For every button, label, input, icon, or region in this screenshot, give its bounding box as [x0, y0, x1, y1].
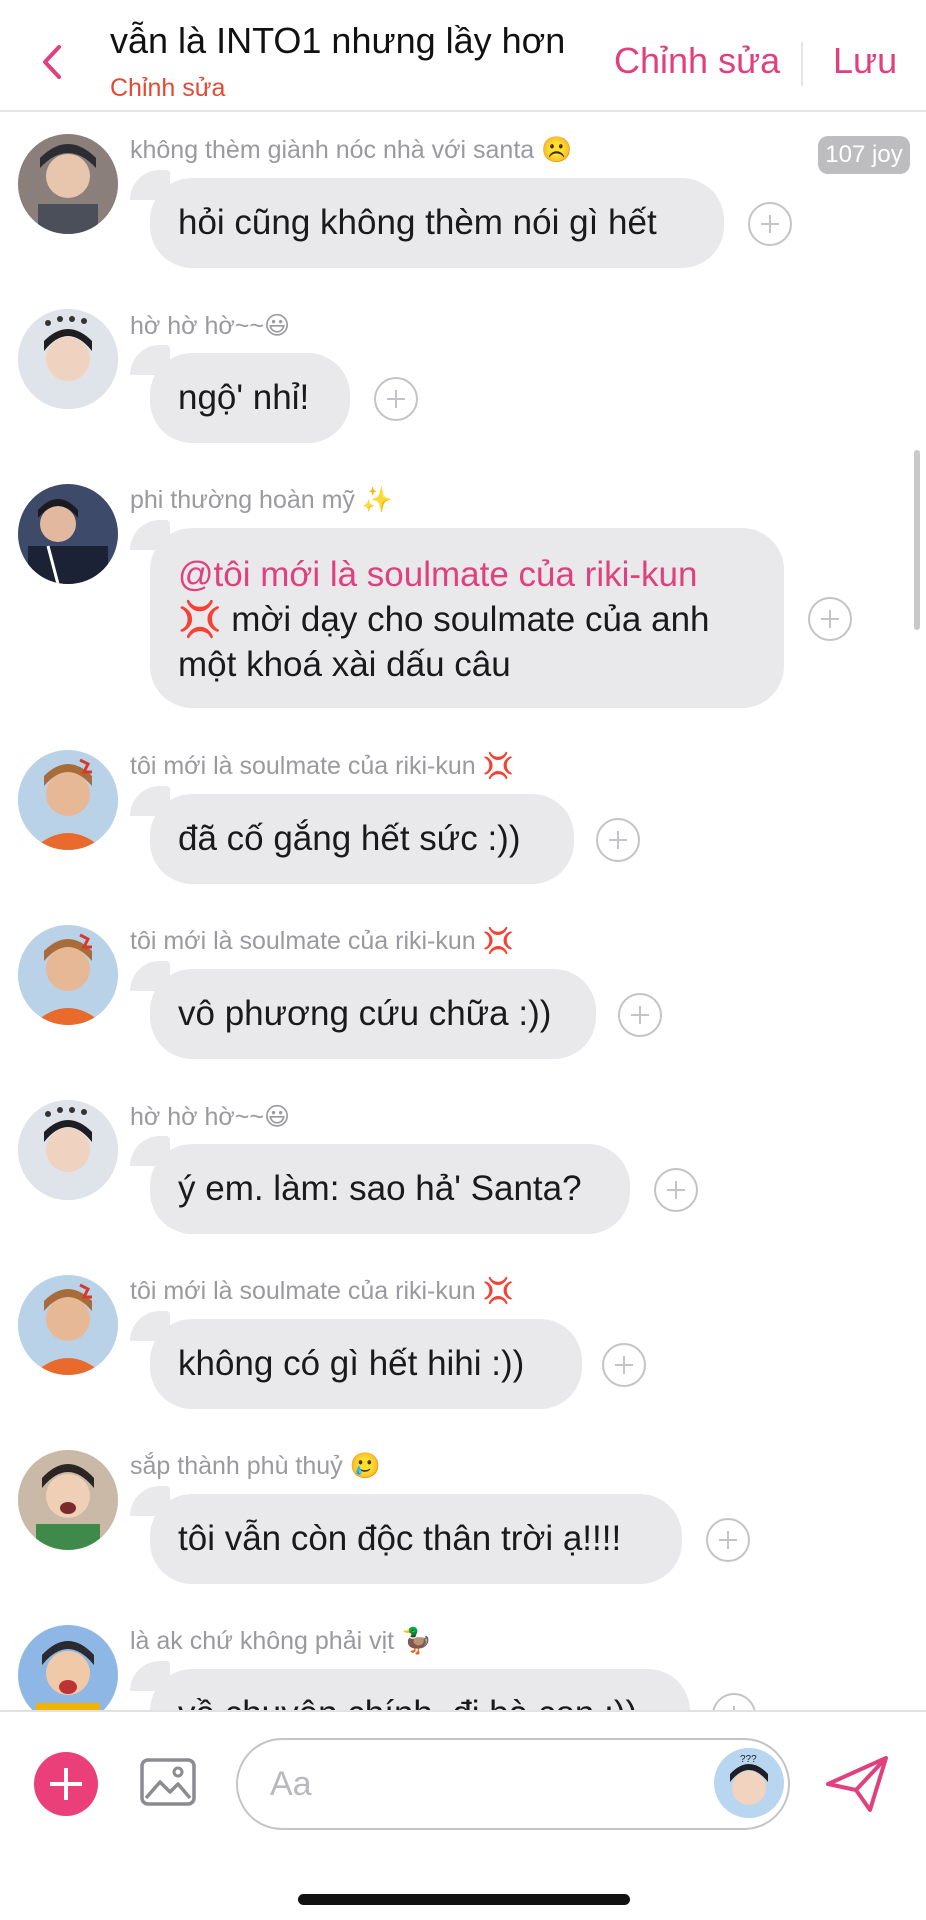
message-text: đã cố gắng hết sức :)) — [178, 819, 521, 858]
message-bubble[interactable]: @tôi mới là soulmate của riki-kun 💢 mời … — [130, 520, 784, 708]
message-composer: ??? — [0, 1710, 926, 1920]
chevron-left-icon — [43, 45, 61, 79]
message-bubble[interactable]: không có gì hết hihi :)) — [130, 1311, 582, 1409]
back-button[interactable] — [30, 30, 74, 94]
image-icon[interactable] — [138, 1752, 198, 1812]
message-bubble[interactable]: vô phương cứu chữa :)) — [130, 961, 596, 1059]
avatar[interactable] — [18, 1275, 118, 1375]
message-text: hỏi cũng không thèm nói gì hết — [178, 203, 657, 242]
add-reaction-icon[interactable] — [712, 1693, 756, 1710]
add-reaction-icon[interactable] — [654, 1168, 698, 1212]
message-input[interactable] — [268, 1758, 672, 1810]
svg-text:???: ??? — [740, 1754, 757, 1765]
sender-name: tôi mới là soulmate của riki-kun 💢 — [130, 1277, 514, 1305]
message-feed[interactable]: không thèm giành nóc nhà với santa ☹️ hỏ… — [0, 112, 926, 1710]
bubble-tail — [130, 961, 170, 991]
bubble-tail — [130, 170, 170, 200]
add-reaction-icon[interactable] — [374, 377, 418, 421]
message-bubble[interactable]: đã cố gắng hết sức :)) — [130, 786, 574, 884]
add-reaction-icon[interactable] — [618, 993, 662, 1037]
sender-name: sắp thành phù thuỷ 🥲 — [130, 1452, 381, 1480]
avatar[interactable] — [18, 1100, 118, 1200]
add-reaction-icon[interactable] — [808, 597, 852, 641]
message-bubble[interactable]: về chuyện chính, đi bà con :)) — [130, 1661, 690, 1710]
mention-link[interactable]: @tôi mới là soulmate của riki-kun — [178, 552, 756, 597]
avatar[interactable] — [18, 134, 118, 234]
chat-header: vẫn là INTO1 nhưng lầy hơn Chỉnh sửa Chỉ… — [0, 0, 926, 112]
add-reaction-icon[interactable] — [602, 1343, 646, 1387]
avatar[interactable] — [18, 309, 118, 409]
sender-name: là ak chứ không phải vịt 🦆 — [130, 1627, 433, 1655]
save-button[interactable]: Lưu — [833, 40, 897, 82]
avatar[interactable] — [18, 484, 118, 584]
add-reaction-icon[interactable] — [706, 1518, 750, 1562]
message-bubble[interactable]: ý em. làm: sao hả' Santa? — [130, 1136, 630, 1234]
message-text: 💢 mời dạy cho soulmate của anh — [178, 600, 710, 639]
header-divider — [801, 42, 803, 86]
sender-name: phi thường hoàn mỹ ✨ — [130, 486, 394, 514]
message-bubble[interactable]: tôi vẫn còn độc thân trời ạ!!!! — [130, 1486, 682, 1584]
plus-icon[interactable] — [34, 1752, 98, 1816]
edit-button[interactable]: Chỉnh sửa — [614, 40, 780, 82]
bubble-tail — [130, 345, 170, 375]
home-indicator[interactable] — [298, 1894, 630, 1905]
avatar[interactable] — [18, 925, 118, 1025]
avatar[interactable] — [18, 750, 118, 850]
sender-name: hờ hờ hờ~~😃 — [130, 312, 291, 340]
message-text: tôi vẫn còn độc thân trời ạ!!!! — [178, 1519, 622, 1558]
bubble-tail — [130, 786, 170, 816]
chat-subtitle[interactable]: Chỉnh sửa — [110, 74, 225, 103]
bubble-tail — [130, 520, 170, 550]
avatar[interactable] — [18, 1625, 118, 1710]
message-input-box[interactable]: ??? — [236, 1738, 790, 1830]
message-bubble[interactable]: ngộ' nhỉ! — [130, 345, 350, 443]
bubble-tail — [130, 1311, 170, 1341]
message-text: vô phương cứu chữa :)) — [178, 994, 552, 1033]
message-text: một khoá xài dấu câu — [178, 645, 511, 684]
sender-name: không thèm giành nóc nhà với santa ☹️ — [130, 136, 573, 164]
chat-title: vẫn là INTO1 nhưng lầy hơn — [110, 20, 566, 61]
message-text: về chuyện chính, đi bà con :)) — [178, 1694, 637, 1710]
message-bubble[interactable]: hỏi cũng không thèm nói gì hết — [130, 170, 724, 268]
sender-name: tôi mới là soulmate của riki-kun 💢 — [130, 752, 514, 780]
bubble-tail — [130, 1661, 170, 1691]
send-icon[interactable] — [822, 1750, 892, 1816]
add-reaction-icon[interactable] — [596, 818, 640, 862]
add-reaction-icon[interactable] — [748, 202, 792, 246]
bubble-tail — [130, 1486, 170, 1516]
scrollbar[interactable] — [914, 450, 920, 630]
sender-name: tôi mới là soulmate của riki-kun 💢 — [130, 927, 514, 955]
message-text: ngộ' nhỉ! — [178, 378, 310, 417]
message-text: không có gì hết hihi :)) — [178, 1344, 525, 1383]
sticker-avatar-button[interactable]: ??? — [714, 1748, 784, 1818]
sender-name: hờ hờ hờ~~😃 — [130, 1103, 291, 1131]
bubble-tail — [130, 1136, 170, 1166]
message-text: ý em. làm: sao hả' Santa? — [178, 1169, 582, 1208]
avatar[interactable] — [18, 1450, 118, 1550]
